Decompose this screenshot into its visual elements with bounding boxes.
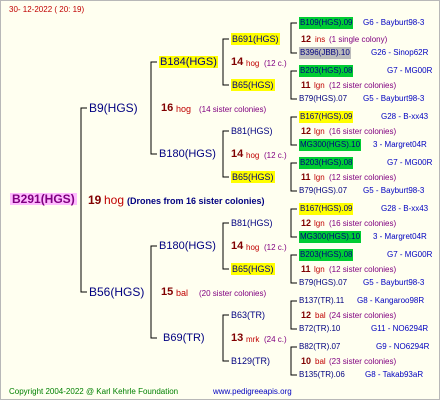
g3-breed: ins: [315, 35, 326, 44]
g4-id[interactable]: B137(TR).11: [299, 295, 344, 307]
g4-id[interactable]: B79(HGS).07: [299, 277, 347, 289]
g3-id[interactable]: B65(HGS): [231, 171, 275, 183]
g4-info: G28 - B-xx43: [381, 204, 429, 213]
ss-note: (12 c.): [264, 59, 287, 68]
g4-info: 3 - Margret04R: [373, 140, 427, 149]
sire-note: (14 sister colonies): [199, 105, 267, 114]
g4-id[interactable]: MG300(HGS).10: [299, 139, 362, 151]
g3-breed: lgn: [314, 127, 325, 136]
dam-breed: bal: [176, 288, 189, 298]
dd-breed: mrk: [246, 335, 260, 344]
dam-generation: 15: [161, 286, 174, 298]
g3-note: (12 sister colonies): [329, 81, 397, 90]
root-generation: 19: [88, 193, 102, 207]
dd-note: (24 c.): [264, 335, 287, 344]
sire-breed: hog: [176, 104, 192, 114]
g3-id[interactable]: B81(HGS): [231, 217, 273, 229]
sire-id[interactable]: B9(HGS): [89, 102, 138, 114]
g3-note: (23 sister colonies): [329, 357, 397, 366]
ss-generation: 14: [231, 56, 244, 68]
root-breed: hog: [104, 193, 125, 207]
g4-id[interactable]: B109(HGS).09: [299, 17, 354, 29]
g3-breed: bal: [315, 357, 326, 366]
g4-info: G7 - MG00R: [387, 250, 433, 259]
dam-note: (20 sister colonies): [199, 289, 267, 298]
copyright-text: Copyright 2004-2022 @ Karl Kehrle Founda…: [9, 387, 179, 396]
dd-generation: 13: [231, 332, 244, 344]
sd-note: (12 c.): [264, 151, 287, 160]
website-link[interactable]: www.pedigreeapis.org: [213, 386, 292, 398]
sd-breed: hog: [246, 151, 260, 160]
g3-generation: 12: [301, 218, 312, 228]
g3-generation: 11: [301, 80, 311, 90]
g4-id[interactable]: B135(TR).06: [299, 369, 345, 381]
g4-id[interactable]: B203(HGS).08: [299, 249, 354, 261]
g4-info: G5 - Bayburt98-3: [363, 94, 425, 103]
g4-info: G9 - NO6294R: [376, 342, 430, 351]
sire-generation: 16: [161, 102, 174, 114]
ds-generation: 14: [231, 240, 244, 252]
g3-breed: lgn: [314, 81, 325, 90]
g4-info: G7 - MG00R: [387, 66, 433, 75]
g3-note: (12 sister colonies): [329, 173, 397, 182]
g3-generation: 12: [301, 310, 312, 320]
g3-note: (16 sister colonies): [329, 219, 397, 228]
g3-generation: 11: [301, 264, 311, 274]
root-queen-id[interactable]: B291(HGS): [10, 193, 77, 205]
ds-breed: hog: [246, 243, 260, 252]
g4-info: G8 - Takab93aR: [365, 370, 424, 379]
g3-note: (16 sister colonies): [329, 127, 397, 136]
g3-breed: lgn: [314, 173, 325, 182]
g3-note: (12 sister colonies): [329, 265, 397, 274]
g3-generation: 12: [301, 34, 312, 44]
g4-id[interactable]: B203(HGS).08: [299, 157, 354, 169]
g3-id[interactable]: B81(HGS): [231, 125, 273, 137]
g3-id[interactable]: B63(TR): [231, 309, 265, 321]
g4-info: G5 - Bayburt98-3: [363, 186, 425, 195]
g4-id[interactable]: B203(HGS).08: [299, 65, 354, 77]
report-date: 30- 12-2022 ( 20: 19): [9, 5, 85, 14]
g4-id[interactable]: MG300(HGS).10: [299, 231, 362, 243]
g3-breed: bal: [315, 311, 326, 320]
g3-id[interactable]: B129(TR): [231, 355, 270, 367]
dam-id[interactable]: B56(HGS): [89, 286, 144, 298]
sd-id[interactable]: B180(HGS): [159, 148, 216, 160]
ss-breed: hog: [246, 59, 260, 68]
g4-id[interactable]: B79(HGS).07: [299, 93, 347, 105]
g4-info: G6 - Bayburt98-3: [363, 18, 425, 27]
g3-id[interactable]: B65(HGS): [231, 79, 275, 91]
g3-generation: 11: [301, 172, 311, 182]
g4-info: G11 - NO6294R: [371, 324, 429, 333]
g4-info: G7 - MG00R: [387, 158, 433, 167]
g3-id[interactable]: B65(HGS): [231, 263, 275, 275]
sd-generation: 14: [231, 148, 244, 160]
ds-note: (12 c.): [264, 243, 287, 252]
ds-id[interactable]: B180(HGS): [159, 240, 216, 252]
g3-id[interactable]: B691(HGS): [231, 33, 280, 45]
g4-id[interactable]: B167(HGS).09: [299, 111, 354, 123]
g3-generation: 12: [301, 126, 312, 136]
g4-info: G26 - Sinop62R: [371, 48, 429, 57]
g4-id[interactable]: B79(HGS).07: [299, 185, 347, 197]
dd-id[interactable]: B69(TR): [163, 332, 205, 344]
g4-id[interactable]: B167(HGS).09: [299, 203, 354, 215]
g4-info: 3 - Margret04R: [373, 232, 427, 241]
g4-id[interactable]: B72(TR).10: [299, 323, 340, 335]
g4-info: G5 - Bayburt98-3: [363, 278, 425, 287]
pedigree-page: 30- 12-2022 ( 20: 19) B291(HGS) 19 hog (…: [0, 0, 440, 400]
g3-note: (1 single colony): [329, 35, 388, 44]
ss-id[interactable]: B184(HGS): [159, 56, 218, 68]
g4-id[interactable]: B396(JBB).10: [299, 47, 351, 59]
g3-breed: lgn: [314, 219, 325, 228]
g3-breed: lgn: [314, 265, 325, 274]
root-note: (Drones from 16 sister colonies): [127, 196, 265, 206]
g3-generation: 10: [301, 356, 312, 366]
g4-info: G28 - B-xx43: [381, 112, 429, 121]
g3-note: (24 sister colonies): [329, 311, 397, 320]
g4-info: G8 - Kangaroo98R: [357, 296, 425, 305]
g4-id[interactable]: B82(TR).07: [299, 341, 340, 353]
